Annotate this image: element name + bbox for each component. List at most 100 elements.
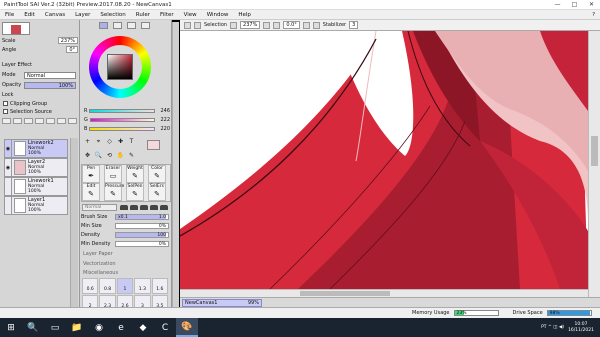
brush-tab-weight[interactable]: Weight ✎ <box>126 165 144 183</box>
size-preset[interactable]: 1 <box>116 278 134 294</box>
invert-selection-icon[interactable] <box>194 21 201 29</box>
clear-layer-icon[interactable] <box>68 118 77 124</box>
eye-icon[interactable] <box>5 178 12 195</box>
size-preset[interactable]: 1.3 <box>134 278 151 294</box>
lasso-tool-icon[interactable]: ⌖ <box>94 138 103 146</box>
stabilizer-select[interactable]: 3 <box>349 21 359 29</box>
layer-item[interactable]: Layer1 Normal 100% <box>4 196 68 215</box>
menu-layer[interactable]: Layer <box>70 12 95 18</box>
swatches-tab[interactable] <box>141 22 150 29</box>
zoom-out-icon[interactable] <box>230 21 238 29</box>
eye-icon[interactable] <box>5 197 12 214</box>
brush-tab-selpen[interactable]: SelPen ✎ <box>126 183 144 201</box>
brush-tab-selers[interactable]: SelErs ✎ <box>148 183 166 201</box>
merge-down-icon[interactable] <box>46 118 55 124</box>
canvas-vertical-scrollbar[interactable] <box>588 31 600 297</box>
brush-tip-shapes[interactable] <box>120 204 168 211</box>
rotate-right-icon[interactable] <box>302 21 310 29</box>
drawing-canvas[interactable] <box>180 31 588 289</box>
mode-select[interactable]: Normal <box>24 72 76 79</box>
min-size-row[interactable]: Min Size 0% <box>81 222 169 230</box>
chrome-icon[interactable]: ◉ <box>88 318 110 337</box>
deselect-icon[interactable] <box>184 21 191 29</box>
move-tool-icon[interactable]: ✚ <box>116 138 125 146</box>
painttool-sai-icon[interactable]: 🎨 <box>176 318 198 337</box>
menu-filter[interactable]: Filter <box>155 12 179 18</box>
brush-tab-edit[interactable]: Edit ✎ <box>82 183 100 201</box>
scale-value[interactable]: 237% <box>57 37 78 44</box>
brush-tab-eraser[interactable]: Eraser ▭ <box>104 165 122 183</box>
menu-edit[interactable]: Edit <box>19 12 40 18</box>
close-button[interactable]: ✕ <box>583 0 600 10</box>
eye-icon[interactable]: ◉ <box>5 140 12 157</box>
minimize-button[interactable]: — <box>549 0 566 10</box>
menu-view[interactable]: View <box>179 12 202 18</box>
secondary-color-swatch[interactable] <box>147 140 160 150</box>
start-icon[interactable]: ⊞ <box>0 318 22 337</box>
tray-icons[interactable]: PT ^ ◫ ◀) <box>541 325 564 330</box>
menu-file[interactable]: File <box>0 12 19 18</box>
blend-mode-select[interactable]: Normal <box>82 204 117 211</box>
brush-tab-pressure[interactable]: Pressure ✎ <box>104 183 124 201</box>
app-icon[interactable]: ◆ <box>132 318 154 337</box>
min-density-row[interactable]: Min Density 0% <box>81 240 169 248</box>
horizontal-scroll-thumb[interactable] <box>300 291 390 296</box>
opacity-slider[interactable]: 100% <box>24 82 76 89</box>
hand-icon[interactable]: ✋ <box>116 152 125 160</box>
delete-layer-icon[interactable] <box>57 118 66 124</box>
saturation-value-square[interactable] <box>107 54 133 80</box>
hsv-slider-tab[interactable] <box>127 22 136 29</box>
menu-canvas[interactable]: Canvas <box>40 12 70 18</box>
layer-item[interactable]: ◉ Linework2 Normal 100% <box>4 139 68 158</box>
layer-scrollbar[interactable] <box>70 138 78 313</box>
rotate-left-icon[interactable] <box>273 21 281 29</box>
vertical-scroll-thumb[interactable] <box>591 136 598 166</box>
clock[interactable]: 10:07 16/11/2021 <box>568 322 594 333</box>
rotate-icon[interactable]: ⟲ <box>105 152 114 160</box>
size-preset[interactable]: 1.6 <box>151 278 168 294</box>
brush-size-row[interactable]: Brush Size x0.1 1.0 <box>81 213 169 221</box>
angle-select[interactable]: 0.0° <box>283 21 300 29</box>
flip-icon[interactable] <box>312 21 320 29</box>
zoom-icon[interactable]: 🔍 <box>94 152 103 160</box>
size-preset[interactable]: 0.8 <box>99 278 116 294</box>
new-folder-icon[interactable] <box>24 118 33 124</box>
canvas-horizontal-scrollbar[interactable] <box>180 289 588 297</box>
transfer-down-icon[interactable] <box>35 118 44 124</box>
rgb-slider-tab[interactable] <box>113 22 122 29</box>
navigator-thumbnail[interactable] <box>2 22 30 35</box>
file-explorer-icon[interactable]: 📁 <box>66 318 88 337</box>
zoom-select[interactable]: 237% <box>240 21 261 29</box>
text-tool-icon[interactable]: T <box>127 138 136 146</box>
green-slider[interactable]: G 222 <box>84 116 170 124</box>
layer-item[interactable]: ◉ Layer2 Normal 100% <box>4 158 68 177</box>
color-wheel-tab[interactable] <box>99 22 108 29</box>
menu-selection[interactable]: Selection <box>95 12 130 18</box>
layer-item[interactable]: Linework1 Normal 100% <box>4 177 68 196</box>
zoom-in-icon[interactable] <box>263 21 271 29</box>
vectorization-group[interactable]: Vectorization <box>83 260 163 268</box>
angle-value[interactable]: 0° <box>66 46 78 53</box>
layer-effect-header[interactable]: Layer Effect <box>2 62 78 69</box>
miscellaneous-group[interactable]: Miscellaneous <box>83 269 163 277</box>
maximize-button[interactable]: □ <box>566 0 583 10</box>
help-icon[interactable]: ? <box>587 12 600 18</box>
edge-icon[interactable]: e <box>110 318 132 337</box>
eyedropper-icon[interactable]: ✎ <box>127 152 136 160</box>
hand-move-icon[interactable]: ✥ <box>83 152 92 160</box>
size-preset[interactable]: 0.6 <box>82 278 99 294</box>
camtasia-icon[interactable]: C <box>154 318 176 337</box>
eye-icon[interactable]: ◉ <box>5 159 12 176</box>
density-row[interactable]: Density 100 <box>81 231 169 239</box>
selection-tool-icon[interactable]: + <box>83 138 92 146</box>
clipping-group-checkbox[interactable]: Clipping Group <box>3 100 79 107</box>
canvas-tab[interactable]: NewCanvas1 99% <box>182 298 262 307</box>
menu-help[interactable]: Help <box>233 12 256 18</box>
new-layer-icon[interactable] <box>2 118 11 124</box>
layer-paper-group[interactable]: Layer Paper <box>83 250 163 258</box>
brush-tab-pen[interactable]: Pen ✒ <box>82 165 100 183</box>
red-slider[interactable]: R 246 <box>84 107 170 115</box>
tool-panel-scrollbar[interactable] <box>172 22 179 318</box>
blue-slider[interactable]: B 220 <box>84 125 170 133</box>
menu-window[interactable]: Window <box>202 12 234 18</box>
